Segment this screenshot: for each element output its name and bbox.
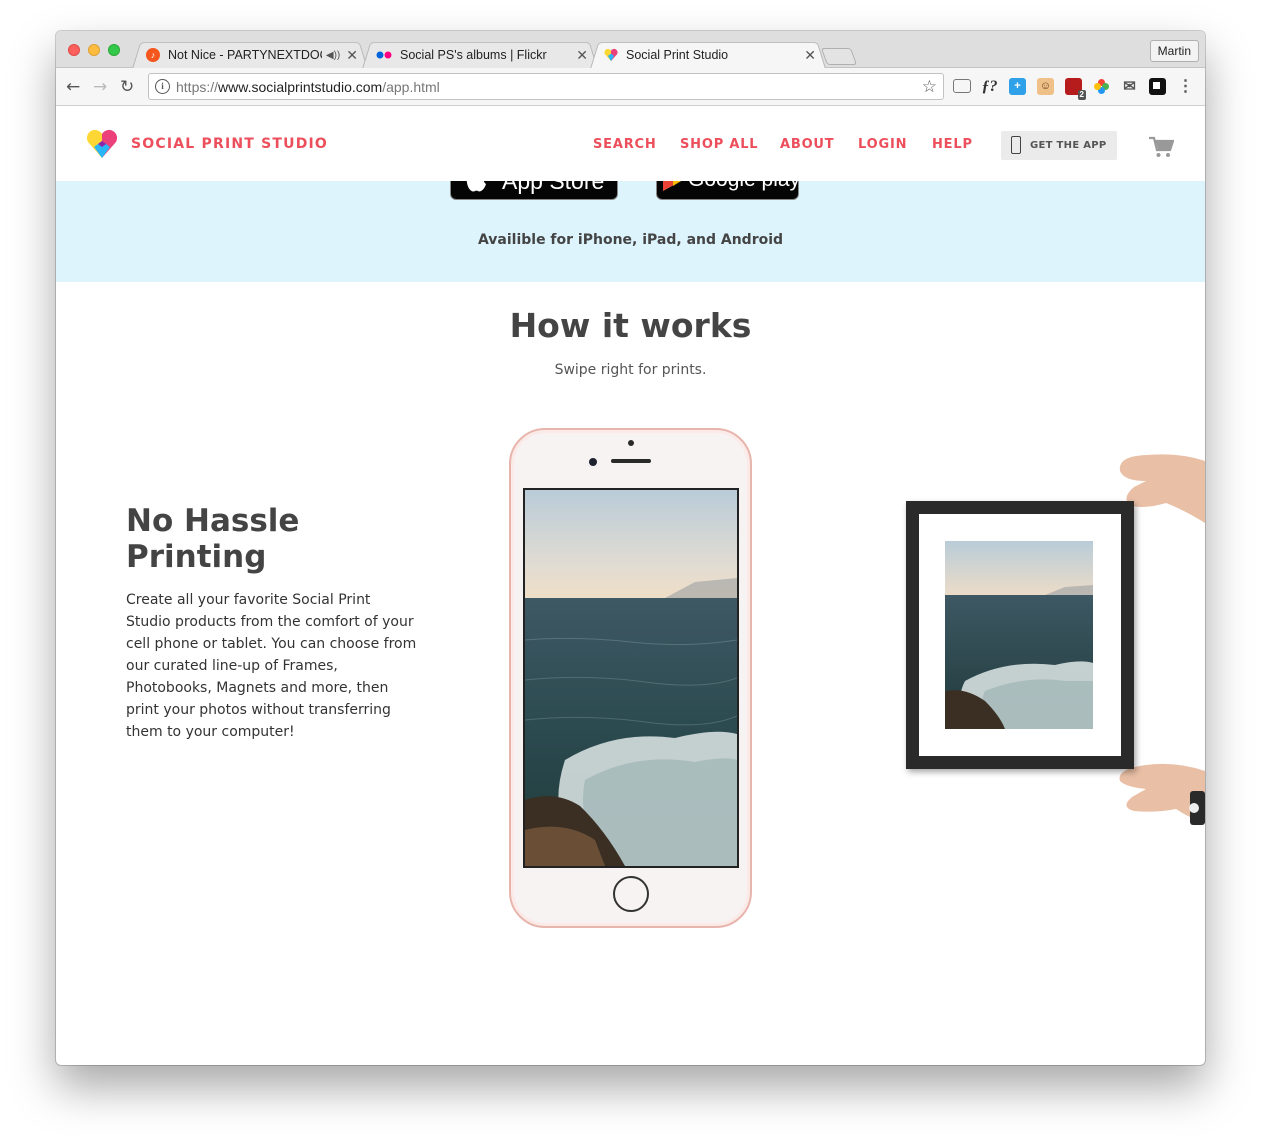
font-identifier-icon[interactable]: ƒ?: [981, 78, 998, 95]
bookmark-star-icon[interactable]: ☆: [922, 77, 937, 97]
back-arrow-icon[interactable]: ←: [66, 77, 80, 97]
app-download-banner: App Store Google play Availible for iPho…: [56, 181, 1205, 282]
url-path: /app.html: [382, 79, 440, 95]
address-bar[interactable]: i https://www.socialprintstudio.com/app.…: [148, 73, 944, 100]
close-window-button[interactable]: [68, 44, 80, 56]
cast-icon[interactable]: [953, 79, 971, 93]
site-info-icon[interactable]: i: [155, 79, 170, 94]
phone-speaker: [611, 459, 651, 463]
face-extension-icon[interactable]: ☺: [1037, 78, 1054, 95]
new-tab-button[interactable]: [820, 48, 858, 65]
url-scheme: https://: [176, 79, 219, 95]
social-print-studio-favicon-icon: [604, 48, 618, 62]
section-title: How it works: [509, 306, 752, 345]
google-play-icon: [663, 181, 681, 191]
url-text[interactable]: https://www.socialprintstudio.com/app.ht…: [176, 79, 440, 95]
section-subtitle: Swipe right for prints.: [554, 362, 707, 378]
google-play-label: Google play: [688, 181, 798, 192]
minimize-window-button[interactable]: [88, 44, 100, 56]
extension-badge: 2: [1077, 90, 1086, 100]
feature-title: No Hassle Printing: [126, 503, 300, 575]
phone-icon: [1011, 136, 1021, 154]
plus-extension-icon[interactable]: +: [1009, 78, 1026, 95]
app-store-label: App Store: [502, 181, 605, 194]
heart-logo-icon[interactable]: [86, 129, 118, 159]
google-play-button[interactable]: Google play: [656, 181, 799, 200]
url-host: www.socialprintstudio.com: [218, 79, 383, 95]
window-extension-icon[interactable]: [1149, 78, 1166, 95]
tab-title: Social Print Studio: [626, 48, 729, 62]
nav-login[interactable]: LOGIN: [858, 137, 907, 152]
flickr-favicon-icon: [376, 48, 392, 62]
close-tab-icon[interactable]: ✕: [576, 47, 588, 64]
phone-mockup: [509, 428, 752, 928]
tab-strip: ♪ Not Nice - PARTYNEXTDOO ◀)) ✕ Social P…: [56, 31, 1205, 69]
frame-mat: [919, 514, 1121, 756]
audio-playing-icon[interactable]: ◀)): [326, 50, 340, 61]
shopping-cart-icon[interactable]: [1148, 135, 1174, 159]
profile-button[interactable]: Martin: [1149, 40, 1199, 62]
browser-window: ♪ Not Nice - PARTYNEXTDOO ◀)) ✕ Social P…: [56, 31, 1205, 1065]
shield-extension-icon[interactable]: 2: [1065, 78, 1086, 100]
close-tab-icon[interactable]: ✕: [346, 47, 358, 64]
reload-icon[interactable]: ↻: [120, 77, 134, 97]
phone-camera: [628, 440, 634, 446]
feature-description: Create all your favorite Social Print St…: [126, 592, 417, 740]
nav-shop-all[interactable]: SHOP ALL: [680, 137, 758, 152]
get-the-app-label: GET THE APP: [1030, 140, 1107, 151]
menu-dots-icon[interactable]: ⋮: [1177, 78, 1194, 95]
site-header: SOCIAL PRINT STUDIO SEARCH SHOP ALL ABOU…: [56, 107, 1205, 181]
apple-logo-icon: [466, 181, 486, 192]
envelope-extension-icon[interactable]: ✉: [1121, 78, 1138, 95]
nav-search[interactable]: SEARCH: [593, 137, 657, 152]
app-store-button[interactable]: App Store: [450, 181, 618, 200]
brand-name[interactable]: SOCIAL PRINT STUDIO: [131, 136, 328, 152]
availability-text: Availible for iPhone, iPad, and Android: [477, 232, 784, 248]
browser-toolbar: ← → ↻ i https://www.socialprintstudio.co…: [56, 68, 1205, 106]
framed-ocean-photo: [945, 541, 1093, 729]
music-favicon-icon: ♪: [146, 48, 160, 62]
get-the-app-button[interactable]: GET THE APP: [1001, 131, 1117, 160]
color-wheel-extension-icon[interactable]: [1093, 78, 1110, 95]
zoom-window-button[interactable]: [108, 44, 120, 56]
close-tab-icon[interactable]: ✕: [804, 47, 816, 64]
forward-arrow-icon[interactable]: →: [93, 77, 107, 97]
phone-screen-ocean-photo: [523, 488, 739, 868]
tab-title: Social PS's albums | Flickr: [400, 48, 547, 62]
tab-social-print-studio[interactable]: Social Print Studio ✕: [590, 40, 826, 69]
nav-help[interactable]: HELP: [932, 137, 973, 152]
framed-print: [906, 501, 1134, 769]
tab-not-nice[interactable]: ♪ Not Nice - PARTYNEXTDOO ◀)) ✕: [132, 40, 368, 69]
nav-about[interactable]: ABOUT: [780, 137, 834, 152]
phone-front-camera: [589, 458, 597, 466]
tab-flickr[interactable]: Social PS's albums | Flickr ✕: [362, 40, 598, 69]
tab-title: Not Nice - PARTYNEXTDOO: [168, 48, 322, 62]
phone-home-button: [613, 876, 649, 912]
